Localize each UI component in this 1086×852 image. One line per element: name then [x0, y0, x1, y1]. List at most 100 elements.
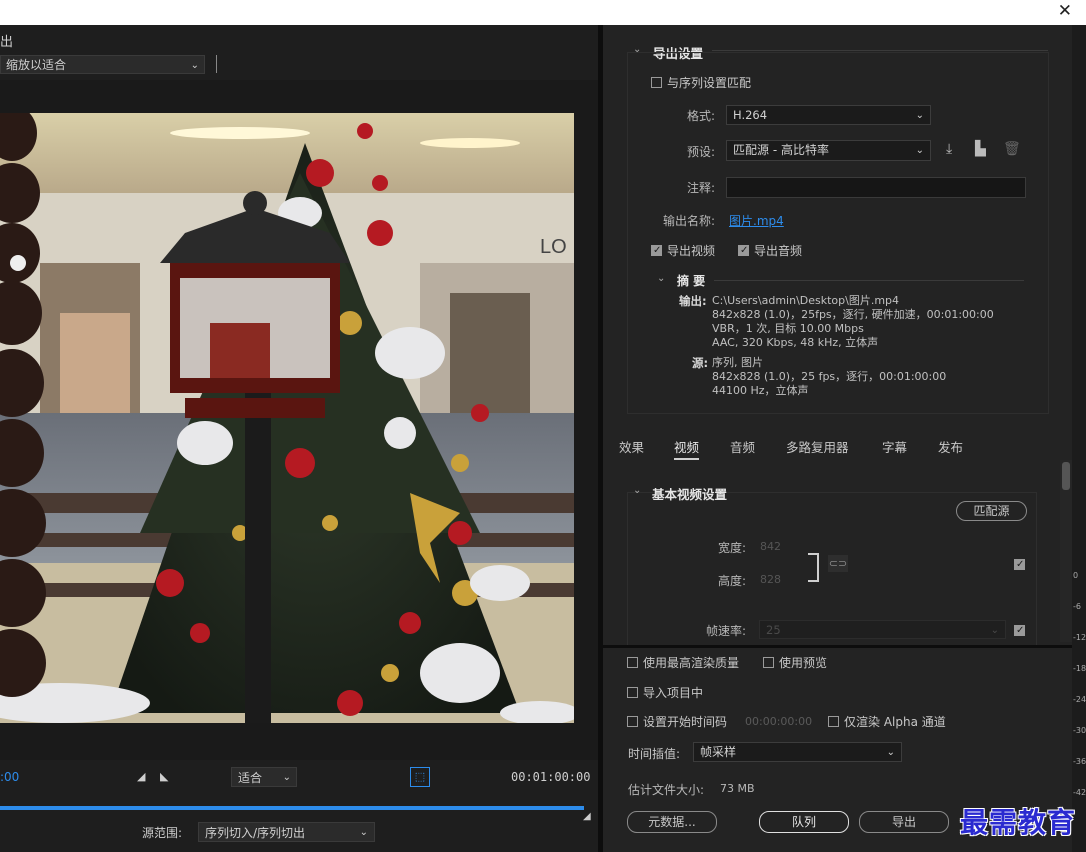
- delete-preset-icon[interactable]: 🗑: [1003, 141, 1021, 157]
- current-timecode[interactable]: :00: [0, 770, 19, 784]
- aspect-correction-icon[interactable]: ⬚: [410, 767, 430, 787]
- playhead-end-icon[interactable]: ◢: [583, 811, 591, 822]
- format-label: 格式:: [686, 109, 715, 123]
- checkbox-box[interactable]: [627, 657, 638, 668]
- match-source-button[interactable]: 匹配源: [956, 501, 1027, 521]
- checkbox-box[interactable]: [1014, 559, 1025, 570]
- export-audio-checkbox[interactable]: 导出音频: [738, 242, 802, 259]
- import-into-project-checkbox[interactable]: 导入项目中: [627, 684, 703, 701]
- checkbox-box[interactable]: [1014, 625, 1025, 636]
- import-preset-icon[interactable]: ▙: [975, 141, 986, 157]
- tab-publish[interactable]: 发布: [938, 437, 963, 456]
- link-dimensions-icon[interactable]: ⊂⊃: [828, 555, 848, 572]
- save-preset-icon[interactable]: ⤓: [946, 141, 952, 157]
- tab-video[interactable]: 视频: [674, 437, 700, 460]
- metadata-button[interactable]: 元数据...: [627, 811, 717, 833]
- bottom-divider: [603, 645, 1072, 648]
- watermark-logo: 最需教育: [960, 806, 1077, 839]
- export-button[interactable]: 导出: [859, 811, 949, 833]
- chevron-down-icon: ⌄: [915, 145, 924, 156]
- render-alpha-only-checkbox[interactable]: 仅渲染 Alpha 通道: [828, 713, 946, 730]
- output-name-link[interactable]: 图片.mp4: [729, 212, 784, 229]
- checkbox-box[interactable]: [627, 687, 638, 698]
- source-range-value: 序列切入/序列切出: [205, 826, 306, 840]
- summary-output-line: AAC, 320 Kbps, 48 kHz, 立体声: [712, 336, 879, 349]
- output-name-label: 输出名称:: [662, 214, 715, 228]
- chevron-down-icon: ⌄: [190, 60, 199, 71]
- chevron-down-icon: ⌄: [359, 827, 368, 838]
- format-select[interactable]: H.264 ⌄: [726, 105, 931, 125]
- height-value[interactable]: 828: [760, 573, 781, 586]
- summary-source-line: 序列, 图片: [712, 356, 763, 369]
- use-previews-checkbox[interactable]: 使用预览: [763, 654, 827, 671]
- timeline-range-fill[interactable]: [0, 806, 584, 810]
- checkbox-box[interactable]: [828, 716, 839, 727]
- checkbox-box[interactable]: [651, 77, 662, 88]
- width-value[interactable]: 842: [760, 540, 781, 553]
- preset-select[interactable]: 匹配源 - 高比特率 ⌄: [726, 140, 931, 161]
- output-tab[interactable]: 出: [0, 31, 13, 50]
- scrollbar-thumb[interactable]: [1062, 462, 1070, 490]
- match-sequence-checkbox[interactable]: 与序列设置匹配: [651, 74, 751, 91]
- start-timecode-value[interactable]: 00:00:00:00: [745, 715, 812, 728]
- fit-select[interactable]: 适合 ⌄: [231, 767, 297, 787]
- queue-button[interactable]: 队列: [759, 811, 849, 833]
- close-icon[interactable]: ✕: [1058, 0, 1072, 22]
- link-bracket: [808, 553, 819, 582]
- height-label: 高度:: [717, 574, 746, 588]
- tab-effects[interactable]: 效果: [619, 437, 644, 456]
- frame-rate-select[interactable]: 25 ⌄: [759, 620, 1006, 639]
- estimated-size-value: 73 MB: [720, 782, 755, 795]
- summary-output-line: 842x828 (1.0)，25fps，逐行, 硬件加速，00:01:00:00: [712, 308, 994, 321]
- ruler-label: 0: [1073, 571, 1079, 580]
- max-render-quality-label: 使用最高渲染质量: [643, 656, 740, 670]
- toolbar-divider: [216, 55, 217, 73]
- summary-source-line: 44100 Hz，立体声: [712, 384, 809, 397]
- source-range-select[interactable]: 序列切入/序列切出 ⌄: [198, 822, 375, 842]
- ruler-label: -42: [1073, 788, 1086, 797]
- ruler-label: -18: [1073, 664, 1086, 673]
- chevron-down-icon: ⌄: [990, 625, 999, 636]
- zoom-level-select[interactable]: 缩放以适合 ⌄: [0, 55, 205, 74]
- chevron-down-icon: ⌄: [915, 110, 924, 121]
- checkbox-box[interactable]: [763, 657, 774, 668]
- comments-input[interactable]: [726, 177, 1026, 198]
- summary-rule: [714, 280, 1024, 281]
- mark-out-icon[interactable]: ◣: [160, 770, 168, 783]
- match-frame-rate-checkbox[interactable]: [1014, 623, 1025, 637]
- time-interpolation-select[interactable]: 帧采样 ⌄: [693, 742, 902, 762]
- checkbox-box[interactable]: [651, 245, 662, 256]
- export-video-label: 导出视频: [667, 244, 716, 258]
- match-dimensions-checkbox[interactable]: [1014, 557, 1025, 571]
- time-interpolation-label: 时间插值:: [628, 747, 681, 761]
- frame-rate-label: 帧速率:: [705, 624, 746, 638]
- checkbox-box[interactable]: [627, 716, 638, 727]
- summary-source-key: 源:: [692, 356, 709, 370]
- ruler-label: -12: [1073, 633, 1086, 642]
- preset-label: 预设:: [686, 145, 715, 159]
- max-render-quality-checkbox[interactable]: 使用最高渲染质量: [627, 654, 739, 671]
- tab-captions[interactable]: 字幕: [882, 437, 907, 456]
- import-into-project-label: 导入项目中: [643, 686, 704, 700]
- tab-multiplexer[interactable]: 多路复用器: [786, 437, 849, 456]
- ruler-label: -30: [1073, 726, 1086, 735]
- summary-header: 摘 要: [677, 274, 706, 288]
- collapse-chevron-icon[interactable]: ⌄: [633, 485, 641, 496]
- summary-output-line: VBR，1 次, 目标 10.00 Mbps: [712, 322, 864, 335]
- zoom-level-value: 缩放以适合: [6, 58, 67, 72]
- summary-output-line: C:\Users\admin\Desktop\图片.mp4: [712, 294, 900, 307]
- chevron-down-icon: ⌄: [282, 772, 291, 783]
- export-video-checkbox[interactable]: 导出视频: [651, 242, 715, 259]
- source-range-label: 源范围:: [142, 826, 183, 840]
- frame-rate-value: 25: [766, 623, 781, 637]
- ruler-label: -36: [1073, 757, 1086, 766]
- checkbox-box[interactable]: [738, 245, 749, 256]
- collapse-chevron-icon[interactable]: ⌄: [657, 273, 665, 284]
- set-start-timecode-checkbox[interactable]: 设置开始时间码: [627, 713, 727, 730]
- tab-audio[interactable]: 音频: [730, 437, 755, 456]
- time-interpolation-value: 帧采样: [700, 745, 737, 759]
- mark-in-icon[interactable]: ◢: [137, 770, 145, 783]
- duration-timecode: 00:01:00:00: [511, 770, 591, 784]
- window-titlebar: [0, 0, 1086, 25]
- svg-text:LO: LO: [540, 236, 567, 258]
